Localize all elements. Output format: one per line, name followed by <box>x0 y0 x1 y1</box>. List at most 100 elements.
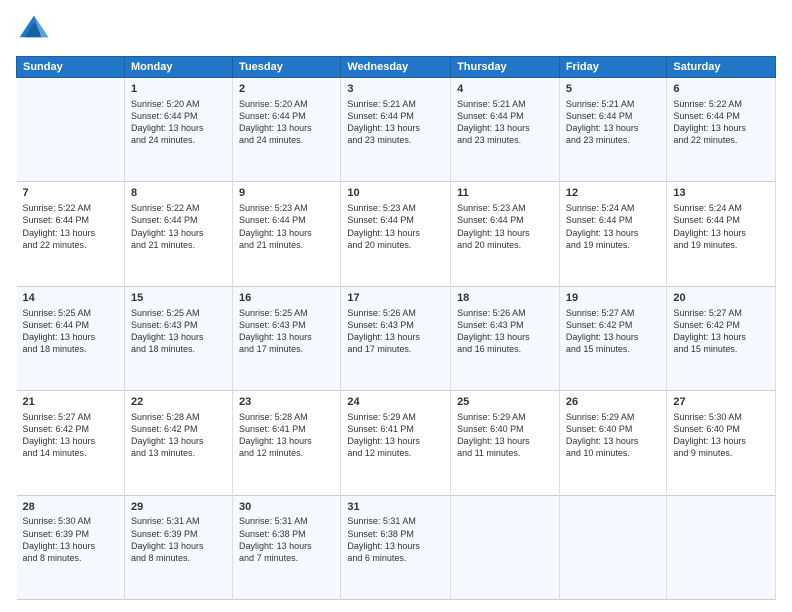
calendar-header: SundayMondayTuesdayWednesdayThursdayFrid… <box>17 57 776 78</box>
calendar-cell: 5Sunrise: 5:21 AMSunset: 6:44 PMDaylight… <box>559 78 667 182</box>
header-day-thursday: Thursday <box>451 57 560 78</box>
calendar-cell: 25Sunrise: 5:29 AMSunset: 6:40 PMDayligh… <box>451 391 560 495</box>
day-content: Sunrise: 5:21 AMSunset: 6:44 PMDaylight:… <box>566 98 661 147</box>
day-content: Sunrise: 5:23 AMSunset: 6:44 PMDaylight:… <box>457 202 553 251</box>
calendar-cell: 30Sunrise: 5:31 AMSunset: 6:38 PMDayligh… <box>233 495 341 599</box>
calendar-cell: 23Sunrise: 5:28 AMSunset: 6:41 PMDayligh… <box>233 391 341 495</box>
day-content: Sunrise: 5:27 AMSunset: 6:42 PMDaylight:… <box>673 307 769 356</box>
calendar-cell: 7Sunrise: 5:22 AMSunset: 6:44 PMDaylight… <box>17 182 125 286</box>
day-number: 4 <box>457 82 553 97</box>
day-number: 6 <box>673 82 769 97</box>
header-day-friday: Friday <box>559 57 667 78</box>
header-day-wednesday: Wednesday <box>341 57 451 78</box>
day-content: Sunrise: 5:25 AMSunset: 6:43 PMDaylight:… <box>131 307 226 356</box>
header <box>16 12 776 48</box>
day-number: 20 <box>673 291 769 306</box>
day-number: 30 <box>239 500 334 515</box>
week-row-3: 21Sunrise: 5:27 AMSunset: 6:42 PMDayligh… <box>17 391 776 495</box>
calendar-cell: 13Sunrise: 5:24 AMSunset: 6:44 PMDayligh… <box>667 182 776 286</box>
day-content: Sunrise: 5:23 AMSunset: 6:44 PMDaylight:… <box>239 202 334 251</box>
day-content: Sunrise: 5:24 AMSunset: 6:44 PMDaylight:… <box>566 202 661 251</box>
day-content: Sunrise: 5:31 AMSunset: 6:39 PMDaylight:… <box>131 515 226 564</box>
day-number: 5 <box>566 82 661 97</box>
calendar-cell: 18Sunrise: 5:26 AMSunset: 6:43 PMDayligh… <box>451 286 560 390</box>
calendar-cell: 28Sunrise: 5:30 AMSunset: 6:39 PMDayligh… <box>17 495 125 599</box>
calendar-cell: 9Sunrise: 5:23 AMSunset: 6:44 PMDaylight… <box>233 182 341 286</box>
day-content: Sunrise: 5:27 AMSunset: 6:42 PMDaylight:… <box>23 411 118 460</box>
day-content: Sunrise: 5:22 AMSunset: 6:44 PMDaylight:… <box>673 98 769 147</box>
day-number: 7 <box>23 186 118 201</box>
calendar-cell <box>451 495 560 599</box>
day-content: Sunrise: 5:22 AMSunset: 6:44 PMDaylight:… <box>23 202 118 251</box>
calendar-cell: 29Sunrise: 5:31 AMSunset: 6:39 PMDayligh… <box>124 495 232 599</box>
logo <box>16 12 56 48</box>
day-number: 17 <box>347 291 444 306</box>
day-content: Sunrise: 5:26 AMSunset: 6:43 PMDaylight:… <box>457 307 553 356</box>
day-content: Sunrise: 5:29 AMSunset: 6:40 PMDaylight:… <box>457 411 553 460</box>
week-row-2: 14Sunrise: 5:25 AMSunset: 6:44 PMDayligh… <box>17 286 776 390</box>
day-content: Sunrise: 5:21 AMSunset: 6:44 PMDaylight:… <box>347 98 444 147</box>
calendar-cell: 2Sunrise: 5:20 AMSunset: 6:44 PMDaylight… <box>233 78 341 182</box>
calendar-cell <box>667 495 776 599</box>
calendar-table: SundayMondayTuesdayWednesdayThursdayFrid… <box>16 56 776 600</box>
day-content: Sunrise: 5:28 AMSunset: 6:41 PMDaylight:… <box>239 411 334 460</box>
calendar-cell: 20Sunrise: 5:27 AMSunset: 6:42 PMDayligh… <box>667 286 776 390</box>
week-row-0: 1Sunrise: 5:20 AMSunset: 6:44 PMDaylight… <box>17 78 776 182</box>
calendar-cell: 31Sunrise: 5:31 AMSunset: 6:38 PMDayligh… <box>341 495 451 599</box>
day-content: Sunrise: 5:30 AMSunset: 6:40 PMDaylight:… <box>673 411 769 460</box>
day-number: 18 <box>457 291 553 306</box>
day-content: Sunrise: 5:22 AMSunset: 6:44 PMDaylight:… <box>131 202 226 251</box>
day-number: 24 <box>347 395 444 410</box>
calendar-cell: 11Sunrise: 5:23 AMSunset: 6:44 PMDayligh… <box>451 182 560 286</box>
day-content: Sunrise: 5:27 AMSunset: 6:42 PMDaylight:… <box>566 307 661 356</box>
calendar-cell: 14Sunrise: 5:25 AMSunset: 6:44 PMDayligh… <box>17 286 125 390</box>
day-content: Sunrise: 5:31 AMSunset: 6:38 PMDaylight:… <box>347 515 444 564</box>
day-number: 1 <box>131 82 226 97</box>
calendar-cell: 10Sunrise: 5:23 AMSunset: 6:44 PMDayligh… <box>341 182 451 286</box>
day-number: 29 <box>131 500 226 515</box>
calendar-cell <box>559 495 667 599</box>
calendar-cell: 19Sunrise: 5:27 AMSunset: 6:42 PMDayligh… <box>559 286 667 390</box>
calendar-cell: 17Sunrise: 5:26 AMSunset: 6:43 PMDayligh… <box>341 286 451 390</box>
calendar-cell: 4Sunrise: 5:21 AMSunset: 6:44 PMDaylight… <box>451 78 560 182</box>
day-number: 23 <box>239 395 334 410</box>
day-content: Sunrise: 5:25 AMSunset: 6:43 PMDaylight:… <box>239 307 334 356</box>
day-content: Sunrise: 5:29 AMSunset: 6:41 PMDaylight:… <box>347 411 444 460</box>
header-day-tuesday: Tuesday <box>233 57 341 78</box>
day-content: Sunrise: 5:26 AMSunset: 6:43 PMDaylight:… <box>347 307 444 356</box>
calendar-body: 1Sunrise: 5:20 AMSunset: 6:44 PMDaylight… <box>17 78 776 600</box>
day-number: 3 <box>347 82 444 97</box>
day-number: 2 <box>239 82 334 97</box>
day-number: 19 <box>566 291 661 306</box>
day-number: 9 <box>239 186 334 201</box>
page: SundayMondayTuesdayWednesdayThursdayFrid… <box>0 0 792 612</box>
day-number: 13 <box>673 186 769 201</box>
day-content: Sunrise: 5:20 AMSunset: 6:44 PMDaylight:… <box>131 98 226 147</box>
day-number: 12 <box>566 186 661 201</box>
day-content: Sunrise: 5:24 AMSunset: 6:44 PMDaylight:… <box>673 202 769 251</box>
day-number: 25 <box>457 395 553 410</box>
day-content: Sunrise: 5:20 AMSunset: 6:44 PMDaylight:… <box>239 98 334 147</box>
day-content: Sunrise: 5:21 AMSunset: 6:44 PMDaylight:… <box>457 98 553 147</box>
day-number: 11 <box>457 186 553 201</box>
calendar-cell: 24Sunrise: 5:29 AMSunset: 6:41 PMDayligh… <box>341 391 451 495</box>
calendar-cell: 8Sunrise: 5:22 AMSunset: 6:44 PMDaylight… <box>124 182 232 286</box>
calendar-cell: 21Sunrise: 5:27 AMSunset: 6:42 PMDayligh… <box>17 391 125 495</box>
calendar-cell: 6Sunrise: 5:22 AMSunset: 6:44 PMDaylight… <box>667 78 776 182</box>
day-number: 31 <box>347 500 444 515</box>
header-day-monday: Monday <box>124 57 232 78</box>
calendar-cell: 26Sunrise: 5:29 AMSunset: 6:40 PMDayligh… <box>559 391 667 495</box>
week-row-4: 28Sunrise: 5:30 AMSunset: 6:39 PMDayligh… <box>17 495 776 599</box>
header-row: SundayMondayTuesdayWednesdayThursdayFrid… <box>17 57 776 78</box>
calendar-cell: 1Sunrise: 5:20 AMSunset: 6:44 PMDaylight… <box>124 78 232 182</box>
calendar-cell: 16Sunrise: 5:25 AMSunset: 6:43 PMDayligh… <box>233 286 341 390</box>
day-number: 8 <box>131 186 226 201</box>
day-number: 26 <box>566 395 661 410</box>
day-number: 27 <box>673 395 769 410</box>
calendar-cell: 22Sunrise: 5:28 AMSunset: 6:42 PMDayligh… <box>124 391 232 495</box>
day-number: 10 <box>347 186 444 201</box>
day-number: 28 <box>23 500 118 515</box>
header-day-saturday: Saturday <box>667 57 776 78</box>
week-row-1: 7Sunrise: 5:22 AMSunset: 6:44 PMDaylight… <box>17 182 776 286</box>
calendar-cell: 27Sunrise: 5:30 AMSunset: 6:40 PMDayligh… <box>667 391 776 495</box>
